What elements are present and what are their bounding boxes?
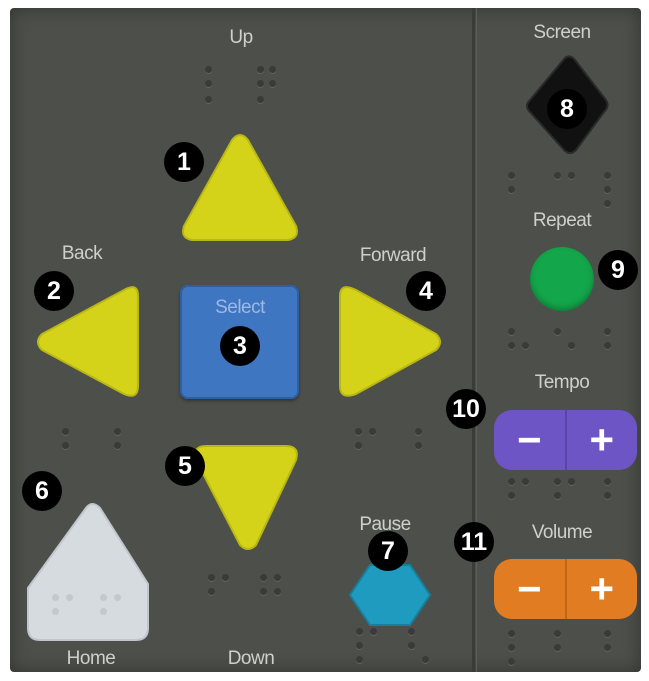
device-panel-photo: Up Back Forward Home Down Pause Screen R… bbox=[0, 0, 649, 681]
tempo-plus-button[interactable]: + bbox=[567, 410, 638, 470]
volume-rocker: − + bbox=[494, 559, 637, 619]
callout-1: 1 bbox=[164, 142, 204, 182]
callout-10: 10 bbox=[446, 389, 486, 429]
callout-6: 6 bbox=[22, 471, 62, 511]
volume-plus-button[interactable]: + bbox=[567, 559, 638, 619]
callout-5: 5 bbox=[165, 446, 205, 486]
repeat-button[interactable] bbox=[530, 247, 594, 311]
tempo-minus-button[interactable]: − bbox=[494, 410, 565, 470]
callout-8: 8 bbox=[547, 89, 587, 129]
callout-7: 7 bbox=[368, 531, 408, 571]
callout-2: 2 bbox=[34, 271, 74, 311]
callout-11: 11 bbox=[454, 522, 494, 562]
callout-3: 3 bbox=[220, 326, 260, 366]
pause-icon[interactable] bbox=[348, 564, 432, 626]
callout-9: 9 bbox=[598, 250, 638, 290]
tempo-rocker: − + bbox=[494, 410, 637, 470]
callout-4: 4 bbox=[406, 271, 446, 311]
select-button-label: Select bbox=[215, 297, 265, 318]
volume-minus-button[interactable]: − bbox=[494, 559, 565, 619]
down-arrow-icon[interactable] bbox=[194, 445, 298, 550]
home-icon[interactable] bbox=[27, 503, 149, 641]
